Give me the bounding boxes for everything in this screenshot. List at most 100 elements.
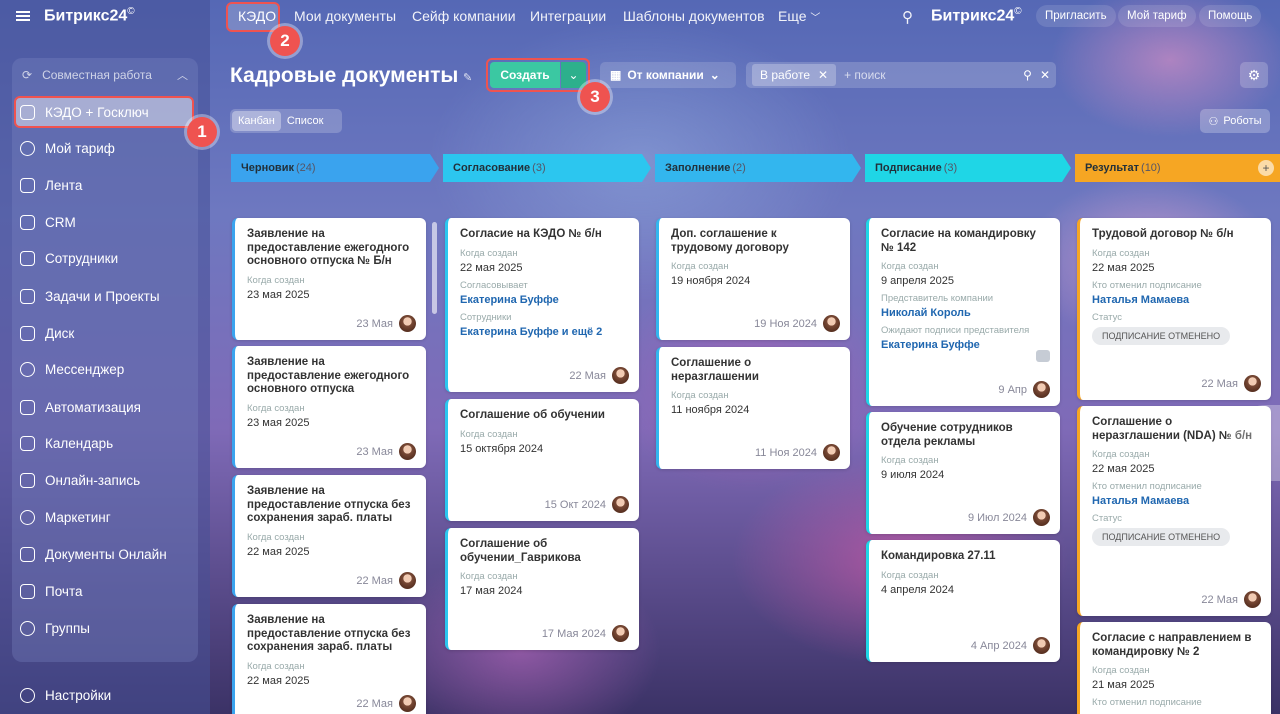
card-field-value: 4 апреля 2024 [881,583,955,596]
top-nav-integrations[interactable]: Интеграции [530,8,606,24]
sidebar-item-label: CRM [45,214,76,230]
search-icon[interactable]: ⚲ [1023,68,1032,82]
view-list-button[interactable]: Список [281,111,330,131]
help-button[interactable]: Помощь [1199,5,1262,27]
menu-group-header[interactable]: ⟳ Совместная работа ︿ [12,62,198,88]
card-field-label: Сотрудники [460,311,512,323]
tariff-button[interactable]: Мой тариф [1118,5,1196,27]
sidebar-item-messenger[interactable]: Мессенджер [20,358,196,380]
sidebar-item-disk[interactable]: Диск [20,322,196,344]
sidebar-item-groups[interactable]: Группы [20,617,196,639]
card-title: Заявление на предоставление отпуска без … [247,485,411,524]
card-user-link[interactable]: Екатерина Буффе и ещё 2 [460,326,627,338]
sidebar-item-mail[interactable]: Почта [20,580,196,602]
avatar[interactable] [823,444,840,461]
close-icon[interactable]: ✕ [818,68,828,82]
card-field-label: Когда создан [247,660,305,672]
kanban-card[interactable]: Заявление на предоставление ежегодного о… [232,346,426,468]
filter-chip[interactable]: В работе ✕ [752,64,837,86]
kanban-card[interactable]: Согласие с направлением в командировку №… [1077,622,1271,714]
search-icon[interactable]: ⚲ [902,8,913,26]
avatar[interactable] [612,496,629,513]
avatar[interactable] [399,443,416,460]
invite-button[interactable]: Пригласить [1036,5,1116,27]
kanban-card[interactable]: Соглашение о неразглашении Когда создан … [656,347,850,469]
column-header-draft[interactable]: Черновик (24) [231,154,439,182]
avatar[interactable] [1244,591,1261,608]
card-user-link[interactable]: Наталья Мамаева [1092,495,1259,507]
create-dropdown-chevron-icon[interactable]: ⌄ [561,62,586,88]
card-field-label: Когда создан [671,261,729,272]
card-footer: 23 Мая [356,315,416,332]
avatar[interactable] [399,315,416,332]
card-user-link[interactable]: Екатерина Буффе [460,294,627,306]
sidebar-item-kedo[interactable]: КЭДО + Госключ [20,101,196,123]
column-header-signing[interactable]: Подписание (3) [865,154,1071,182]
from-company-button[interactable]: ▦ От компании ⌄ [600,62,736,88]
top-nav-my-documents[interactable]: Мои документы [294,8,396,24]
kanban-card[interactable]: Согласие на командировку № 142 Когда соз… [866,218,1060,406]
kanban-card[interactable]: Обучение сотрудников отдела рекламы Когд… [866,412,1060,534]
kanban-card[interactable]: Соглашение об обучении_Гаврикова Когда с… [445,528,639,650]
sidebar-item-tariff[interactable]: Мой тариф [20,137,196,159]
card-title: Согласие на командировку № 142 [881,228,1036,254]
kanban-card[interactable]: Соглашение об обучении Когда создан 15 о… [445,399,639,521]
top-nav-kedo[interactable]: КЭДО [238,8,276,24]
sidebar-item-crm[interactable]: CRM [20,211,196,233]
column-name: Заполнение [665,162,731,174]
column-header-approval[interactable]: Согласование (3) [443,154,651,182]
kanban-card[interactable]: Командировка 27.11 Когда создан 4 апреля… [866,540,1060,662]
avatar[interactable] [1033,509,1050,526]
sidebar-item-marketing[interactable]: Маркетинг [20,506,196,528]
sidebar-item-documents[interactable]: Документы Онлайн [20,543,196,565]
sidebar-item-employees[interactable]: Сотрудники [20,247,196,269]
avatar[interactable] [1033,381,1050,398]
kanban-card[interactable]: Заявление на предоставление ежегодного о… [232,218,426,340]
view-kanban-button[interactable]: Канбан [232,111,281,131]
card-date: 22 Мая [1201,377,1238,390]
kedo-icon [20,104,35,120]
kanban-card[interactable]: Заявление на предоставление отпуска без … [232,475,426,597]
sidebar-item-tasks[interactable]: Задачи и Проекты [20,285,196,307]
avatar[interactable] [399,572,416,589]
avatar[interactable] [1244,375,1261,392]
avatar[interactable] [399,695,416,712]
sidebar-item-automation[interactable]: Автоматизация [20,396,196,418]
chevron-up-icon[interactable]: ︿ [177,67,188,83]
avatar[interactable] [612,367,629,384]
add-column-icon[interactable]: + [1258,160,1274,176]
robots-button[interactable]: ⚇ Роботы [1200,109,1270,133]
search-input[interactable] [844,68,1005,82]
top-nav-company-safe[interactable]: Сейф компании [412,8,516,24]
card-user-link[interactable]: Екатерина Буффе [881,339,1048,351]
card-date: 22 Мая [356,697,393,710]
menu-icon[interactable] [16,11,30,21]
chat-icon[interactable] [1036,350,1050,362]
kanban-card[interactable]: Доп. соглашение к трудовому договору Ког… [656,218,850,340]
kanban-card[interactable]: Согласие на КЭДО № б/н Когда создан 22 м… [445,218,639,392]
clear-icon[interactable]: ✕ [1040,68,1050,82]
column-header-filling[interactable]: Заполнение (2) [655,154,861,182]
kanban-card[interactable]: Трудовой договор № б/н Когда создан 22 м… [1077,218,1271,400]
card-field-value: 15 октября 2024 [460,442,544,455]
create-button[interactable]: Создать [490,62,560,88]
card-user-link[interactable]: Николай Король [881,307,1048,319]
sidebar-item-feed[interactable]: Лента [20,174,196,196]
avatar[interactable] [612,625,629,642]
avatar[interactable] [1033,637,1050,654]
top-nav-templates[interactable]: Шаблоны документов [623,8,765,24]
top-brand-logo[interactable]: Битрикс24© [931,6,1022,25]
top-nav-more[interactable]: Еще ﹀ [778,8,820,24]
brand-logo[interactable]: Битрикс24© [44,6,135,25]
column-scrollbar[interactable] [432,222,437,314]
avatar[interactable] [823,315,840,332]
sidebar-item-calendar[interactable]: Календарь [20,432,196,454]
kanban-card[interactable]: Заявление на предоставление отпуска без … [232,604,426,714]
settings-gear-button[interactable]: ⚙ [1240,62,1268,88]
search-filter-bar[interactable]: В работе ✕ ⚲ ✕ [746,62,1056,88]
sidebar-item-settings[interactable]: Настройки [20,684,196,706]
sidebar-item-booking[interactable]: Онлайн-запись [20,469,196,491]
card-user-link[interactable]: Наталья Мамаева [1092,294,1259,306]
column-header-result[interactable]: Результат (10) [1075,154,1280,182]
pin-icon[interactable]: ✎ [463,71,472,84]
